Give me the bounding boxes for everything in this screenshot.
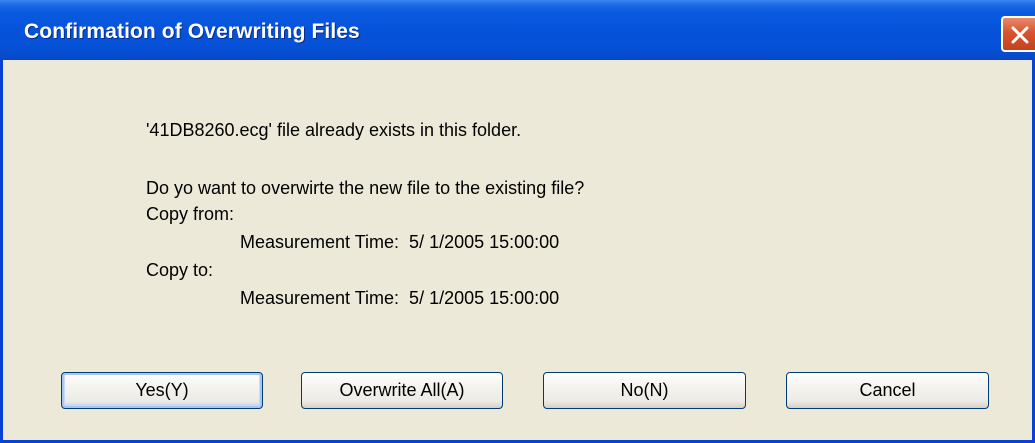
no-button[interactable]: No(N) xyxy=(543,372,746,409)
copy-from-value: Measurement Time: 5/ 1/2005 15:00:00 xyxy=(240,232,560,252)
dialog-window: Confirmation of Overwriting Files '41DB8… xyxy=(0,0,1035,443)
copy-from-label: Copy from: xyxy=(146,204,235,224)
dialog-title: Confirmation of Overwriting Files xyxy=(24,20,360,43)
copy-to-value: Measurement Time: 5/ 1/2005 15:00:00 xyxy=(240,288,560,308)
overwrite-all-button[interactable]: Overwrite All(A) xyxy=(301,372,503,409)
cancel-button[interactable]: Cancel xyxy=(786,372,989,409)
message-question: Do yo want to overwirte the new file to … xyxy=(146,178,585,198)
close-icon xyxy=(1011,26,1029,44)
title-bar[interactable]: Confirmation of Overwriting Files xyxy=(0,0,1035,60)
close-button[interactable] xyxy=(1001,16,1035,52)
message-exists: '41DB8260.ecg' file already exists in th… xyxy=(146,120,522,140)
copy-to-label: Copy to: xyxy=(146,260,214,280)
yes-button[interactable]: Yes(Y) xyxy=(61,372,263,409)
